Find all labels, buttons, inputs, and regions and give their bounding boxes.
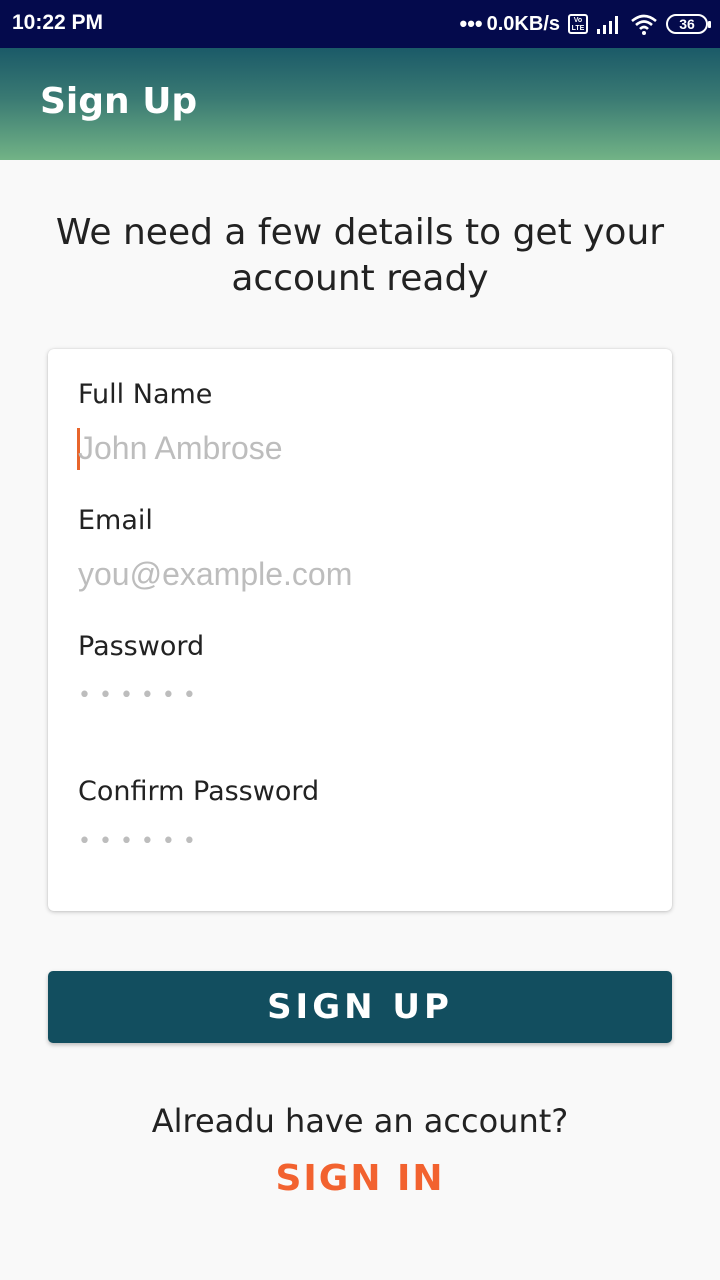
already-have-account-text: Alreadu have an account?: [151, 1102, 569, 1140]
status-time: 10:22 PM: [12, 11, 104, 34]
email-label: Email: [78, 505, 153, 536]
wifi-icon: [631, 14, 657, 35]
page-title: Sign Up: [40, 81, 198, 122]
signup-form-card: Full Name John Ambrose Email you@example…: [48, 349, 672, 911]
status-bar: 10:22 PM ••• 0.0KB/s Vo LTE 36: [0, 0, 720, 48]
password-input[interactable]: ••••••: [78, 683, 204, 708]
intro-text: We need a few details to get your accoun…: [55, 212, 665, 299]
app-bar: Sign Up: [0, 48, 720, 160]
volte-icon: Vo LTE: [568, 14, 588, 34]
confirm-password-input[interactable]: ••••••: [78, 829, 204, 854]
password-label: Password: [78, 631, 205, 662]
battery-icon: 36: [666, 14, 711, 34]
full-name-label: Full Name: [78, 379, 213, 410]
status-icons: ••• 0.0KB/s Vo LTE 36: [459, 11, 711, 37]
signal-icon: [597, 16, 618, 34]
network-speed: 0.0KB/s: [486, 12, 560, 35]
full-name-input[interactable]: John Ambrose: [78, 430, 283, 467]
notification-dots: •••: [459, 11, 483, 36]
email-input[interactable]: you@example.com: [78, 556, 352, 593]
sign-in-link[interactable]: SIGN IN: [0, 1158, 720, 1199]
confirm-password-label: Confirm Password: [78, 776, 320, 807]
sign-up-button[interactable]: SIGN UP: [48, 971, 672, 1043]
